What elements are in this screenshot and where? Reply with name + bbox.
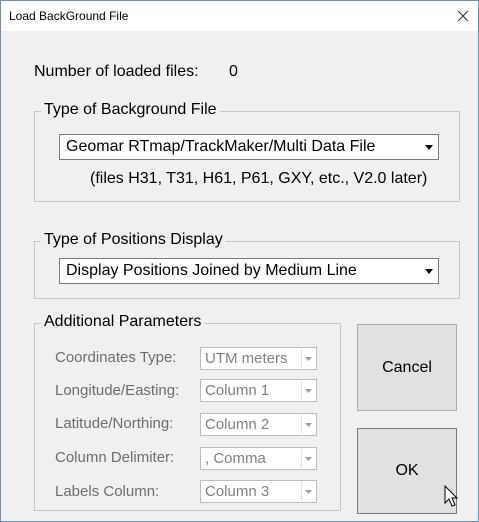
latitude-value: Column 2 [205,416,270,433]
chevron-down-icon [301,349,315,368]
positions-display-group-title: Type of Positions Display [41,231,226,249]
column-delimiter-select[interactable]: , Comma [200,447,317,470]
additional-parameters-group-title: Additional Parameters [41,313,205,331]
chevron-down-icon [301,381,315,400]
coordinates-type-label: Coordinates Type: [55,349,177,366]
mouse-pointer-icon [444,485,459,507]
latitude-select[interactable]: Column 2 [200,413,317,436]
labels-column-select[interactable]: Column 3 [200,480,317,503]
chevron-down-icon [301,415,315,434]
loaded-files-count: 0 [229,63,238,80]
coordinates-type-select[interactable]: UTM meters [200,347,317,370]
longitude-label: Longitude/Easting: [55,382,180,399]
title-bar: Load BackGround File [1,1,478,31]
column-delimiter-label: Column Delimiter: [55,449,175,466]
ok-button[interactable]: OK [357,428,457,514]
longitude-select[interactable]: Column 1 [200,379,317,402]
close-button[interactable] [448,1,478,31]
load-background-dialog: Load BackGround File Number of loaded fi… [0,0,479,522]
longitude-value: Column 1 [205,382,270,399]
chevron-down-icon [301,449,315,468]
background-type-group-title: Type of Background File [41,101,220,119]
latitude-label: Latitude/Northing: [55,415,174,432]
chevron-down-icon [420,135,438,159]
coordinates-type-value: UTM meters [205,350,288,367]
column-delimiter-value: , Comma [205,450,266,467]
positions-display-value: Display Positions Joined by Medium Line [66,262,357,279]
background-type-value: Geomar RTmap/TrackMaker/Multi Data File [66,138,376,155]
labels-column-label: Labels Column: [55,483,160,500]
chevron-down-icon [301,482,315,501]
loaded-files-label: Number of loaded files: [34,63,199,80]
cancel-button[interactable]: Cancel [357,324,457,411]
close-icon [457,10,469,22]
background-type-hint: (files H31, T31, H61, P61, GXY, etc., V2… [90,170,428,187]
window-title: Load BackGround File [9,9,129,23]
chevron-down-icon [420,259,438,283]
background-type-select[interactable]: Geomar RTmap/TrackMaker/Multi Data File [59,134,439,160]
positions-display-select[interactable]: Display Positions Joined by Medium Line [59,258,439,284]
labels-column-value: Column 3 [205,483,270,500]
